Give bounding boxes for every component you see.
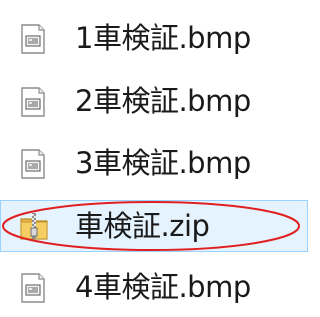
file-name: 4車検証.bmp bbox=[75, 270, 251, 304]
bitmap-image-icon bbox=[21, 273, 45, 303]
file-item-1-bmp[interactable]: 1車検証.bmp bbox=[0, 13, 308, 65]
file-list: 1車検証.bmp 2車検証.bmp 3車検証.bmp 車検証.zip 4車検証.… bbox=[0, 0, 308, 317]
file-item-4-bmp[interactable]: 4車検証.bmp bbox=[0, 262, 308, 314]
file-item-zip[interactable]: 車検証.zip bbox=[0, 200, 308, 252]
file-item-3-bmp[interactable]: 3車検証.bmp bbox=[0, 138, 308, 190]
bitmap-image-icon bbox=[21, 149, 45, 179]
file-name: 2車検証.bmp bbox=[75, 84, 251, 118]
bitmap-image-icon bbox=[21, 87, 45, 117]
file-name: 3車検証.bmp bbox=[75, 146, 251, 180]
bitmap-image-icon bbox=[21, 24, 45, 54]
zip-folder-icon bbox=[20, 213, 48, 240]
file-name: 車検証.zip bbox=[75, 209, 210, 243]
file-item-2-bmp[interactable]: 2車検証.bmp bbox=[0, 76, 308, 128]
file-name: 1車検証.bmp bbox=[75, 21, 251, 55]
